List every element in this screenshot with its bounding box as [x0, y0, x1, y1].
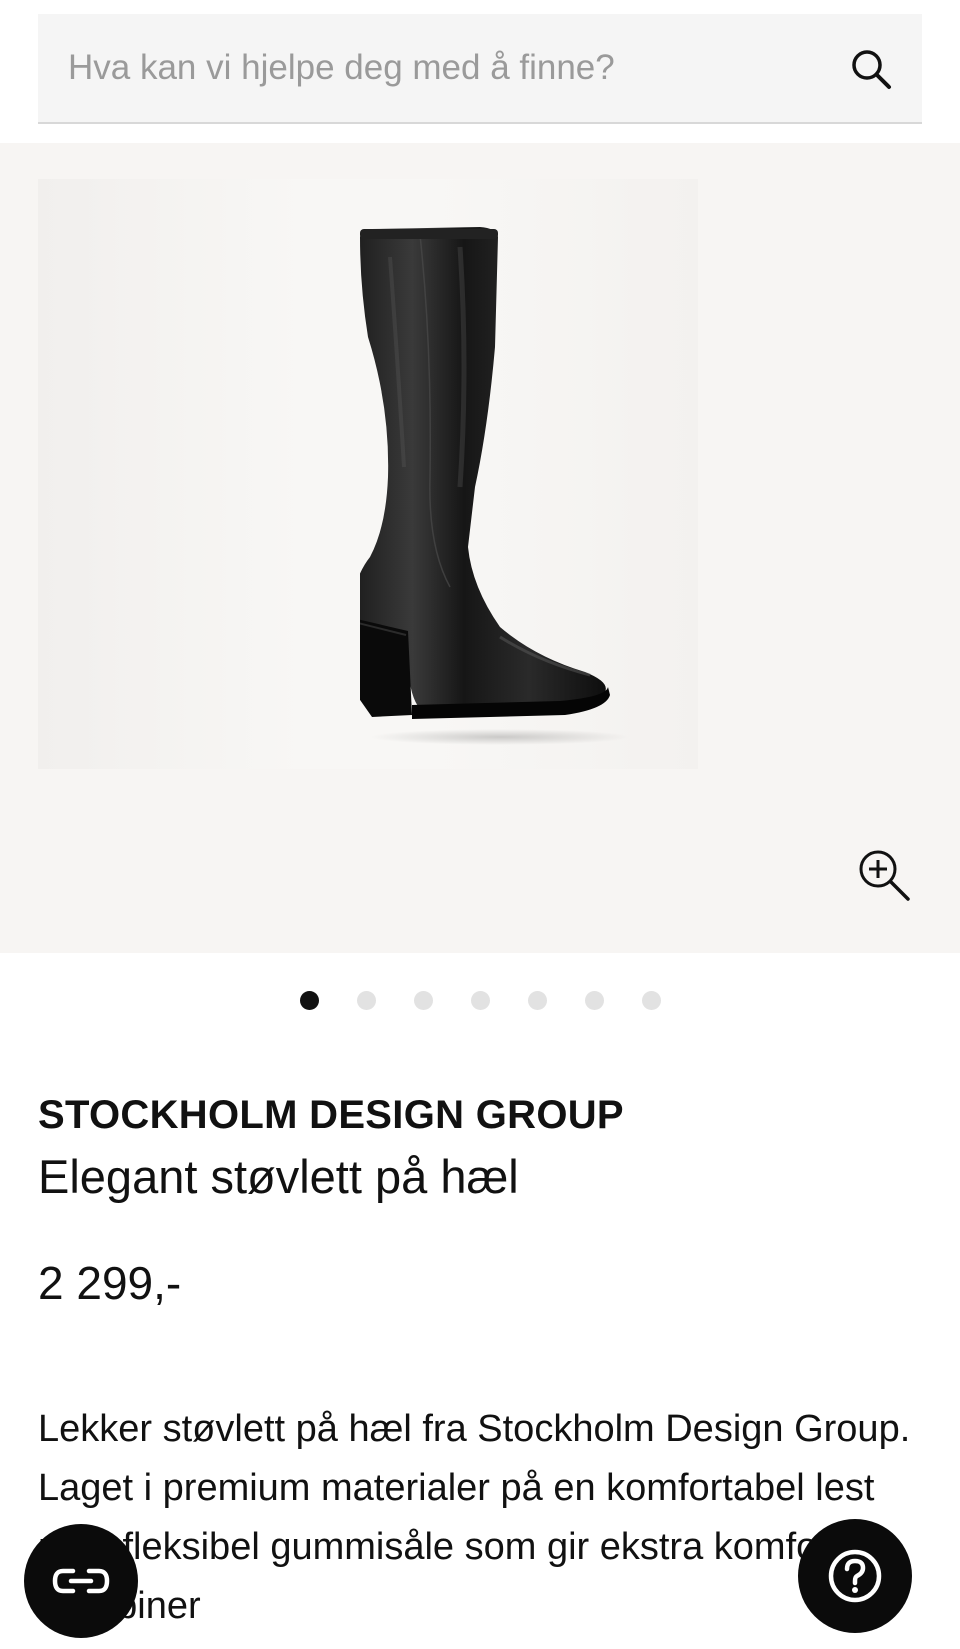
carousel-dot[interactable] [470, 991, 490, 1010]
product-page: STOCKHOLM DESIGN GROUP Elegant støvlett … [0, 0, 960, 1649]
search-icon[interactable] [848, 46, 894, 92]
carousel-dots [0, 991, 960, 1011]
product-description: Lekker støvlett på hæl fra Stockholm Des… [38, 1408, 911, 1627]
product-price: 2 299,- [38, 1257, 182, 1309]
product-image-gallery[interactable] [0, 143, 960, 953]
help-question-icon [828, 1549, 882, 1603]
carousel-dot[interactable] [584, 991, 604, 1010]
carousel-dot[interactable] [299, 991, 319, 1010]
zoom-in-icon[interactable] [856, 847, 912, 903]
search-bar [38, 14, 922, 124]
search-input[interactable] [38, 14, 838, 122]
carousel-dot[interactable] [527, 991, 547, 1010]
chat-button[interactable] [24, 1524, 138, 1638]
carousel-dot[interactable] [413, 991, 433, 1010]
product-image[interactable] [360, 227, 630, 747]
carousel-dot[interactable] [356, 991, 376, 1010]
chat-link-icon [52, 1568, 110, 1594]
product-brand[interactable]: STOCKHOLM DESIGN GROUP [38, 1093, 624, 1138]
product-name: Elegant støvlett på hæl [38, 1150, 519, 1203]
help-button[interactable] [798, 1519, 912, 1633]
carousel-dot[interactable] [641, 991, 661, 1010]
